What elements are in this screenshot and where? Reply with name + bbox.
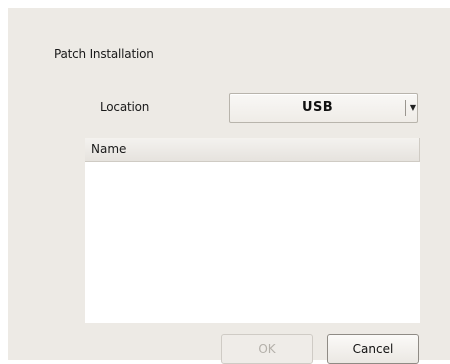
patch-file-table[interactable]: Name — [85, 138, 420, 323]
location-dropdown[interactable]: USB ▼ — [229, 93, 418, 123]
chevron-down-icon[interactable]: ▼ — [408, 94, 418, 122]
dialog-title: Patch Installation — [54, 47, 154, 61]
location-selected-value: USB — [301, 100, 334, 115]
column-header-name[interactable]: Name — [91, 138, 126, 161]
table-header: Name — [85, 138, 420, 162]
table-body[interactable] — [85, 162, 420, 323]
location-label: Location — [100, 100, 150, 114]
dropdown-divider — [405, 100, 406, 116]
